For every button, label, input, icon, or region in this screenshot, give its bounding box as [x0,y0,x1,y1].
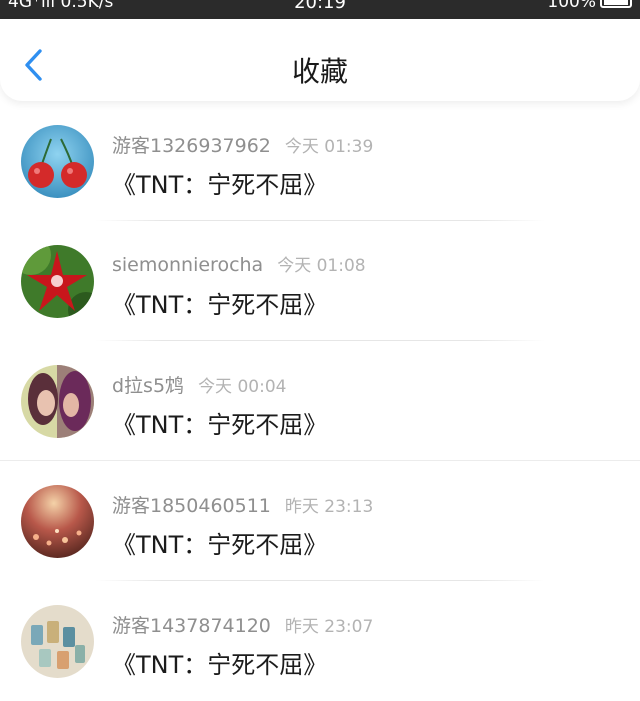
avatar[interactable] [21,245,94,318]
list-item[interactable]: 游客1850460511 昨天 23:13 《TNT：宁死不屈》 [0,461,640,581]
item-title: 《TNT：宁死不屈》 [112,171,328,199]
list-item[interactable]: 游客1326937962 今天 01:39 《TNT：宁死不屈》 [0,101,640,221]
username: 游客1437874120 [112,615,271,637]
thread-spools-avatar-image [21,605,94,678]
timestamp: 今天 01:08 [277,256,366,276]
list-item[interactable]: 游客1437874120 昨天 23:07 《TNT：宁死不屈》 [0,581,640,701]
avatar[interactable] [21,605,94,678]
timestamp: 今天 00:04 [198,377,287,397]
two-girls-avatar-image [21,365,94,438]
username: 游客1326937962 [112,135,271,157]
item-title: 《TNT：宁死不屈》 [112,531,328,559]
status-battery-text: 100% [547,0,596,12]
avatar[interactable] [21,365,94,438]
item-title: 《TNT：宁死不屈》 [112,291,328,319]
red-flower-avatar-image [21,245,94,318]
warm-bokeh-avatar-image [21,485,94,558]
favorites-list: 游客1326937962 今天 01:39 《TNT：宁死不屈》 siemonni… [0,101,640,701]
timestamp: 今天 01:39 [284,137,374,157]
avatar[interactable] [21,485,94,558]
cherries-avatar-image [21,125,94,198]
list-item[interactable]: d拉s5鸩 今天 00:04 《TNT：宁死不屈》 [0,341,640,461]
avatar[interactable] [21,125,94,198]
battery-icon [600,0,632,8]
username: 游客1850460511 [112,495,271,517]
page-title: 收藏 [291,55,348,88]
username: siemonnierocha [112,254,264,276]
list-item[interactable]: siemonnierocha 今天 01:08 《TNT：宁死不屈》 [0,221,640,341]
status-time: 20:19 [294,0,346,13]
username: d拉s5鸩 [112,375,185,397]
status-bar: 4G⁺ıll 0.5K/s 20:19 100% [0,0,640,19]
timestamp: 昨天 23:07 [284,617,374,637]
timestamp: 昨天 23:13 [284,497,374,517]
item-title: 《TNT：宁死不屈》 [112,651,328,679]
header: 收藏 [0,19,640,101]
item-title: 《TNT：宁死不屈》 [112,411,328,439]
